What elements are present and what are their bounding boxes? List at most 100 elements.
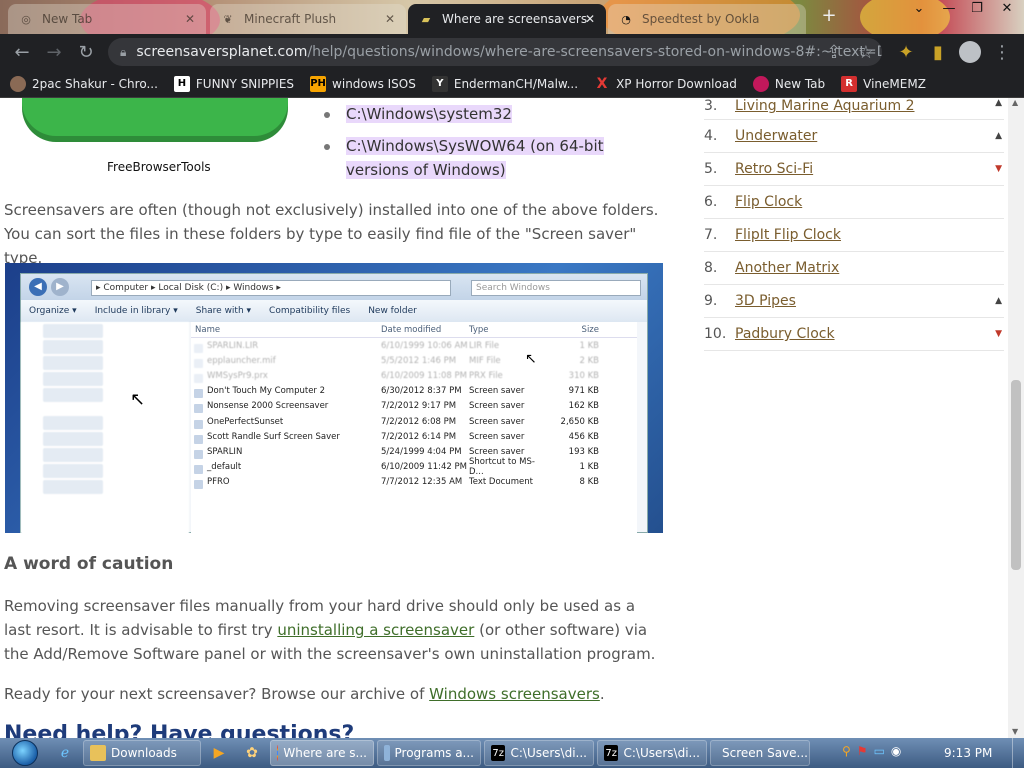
file-type: Shortcut to MS-D... xyxy=(469,457,535,478)
7zip-icon: 7z xyxy=(604,745,619,761)
bookmark-xp-horror[interactable]: X XP Horror Download xyxy=(594,76,737,92)
sidebar-item: 3. Living Marine Aquarium 2 ▲ xyxy=(704,98,1004,120)
file-size: 456 KB xyxy=(568,431,599,442)
close-window-button[interactable]: ✕ xyxy=(992,0,1022,20)
forward-arrow-icon[interactable]: → xyxy=(38,36,70,68)
file-size: 193 KB xyxy=(568,446,599,457)
search-icon[interactable]: ⚲ xyxy=(842,744,851,758)
taskbar-item-downloads[interactable]: Downloads xyxy=(83,740,201,766)
cmd-include: Include in library ▾ xyxy=(94,306,178,316)
bookmark-label: XP Horror Download xyxy=(616,76,737,91)
taskbar-item-7zip-1[interactable]: 7z C:\Users\di... xyxy=(484,740,594,766)
monitor-icon[interactable]: ▭ xyxy=(874,744,885,758)
screensaver-link[interactable]: Living Marine Aquarium 2 xyxy=(735,98,915,114)
screensaver-link[interactable]: Padbury Clock xyxy=(735,326,835,342)
download-button[interactable] xyxy=(22,98,288,136)
file-date: 5/5/2012 1:46 PM xyxy=(381,355,457,366)
new-tab-button[interactable]: + xyxy=(818,6,840,28)
rank-number: 10. xyxy=(704,326,727,342)
windows-taskbar: ℯ Downloads ▶ ✿ Where are s... Programs … xyxy=(0,738,1024,768)
back-arrow-icon: ◀ xyxy=(29,278,47,296)
screensaver-link[interactable]: Underwater xyxy=(735,128,817,144)
browser-toolbar: ← → ↻ 🔒︎ screensaversplanet.com/help/que… xyxy=(0,34,1024,70)
file-type: Text Document xyxy=(469,477,533,488)
page-scrollbar[interactable]: ▲ ▼ xyxy=(1008,98,1024,738)
flag-icon[interactable]: ⚑ xyxy=(857,744,868,758)
menu-kebab-icon[interactable]: ⋮ xyxy=(986,36,1018,68)
taskbar-item-screensaver[interactable]: Screen Save... xyxy=(710,740,810,766)
rank-number: 9. xyxy=(704,293,718,309)
trend-up-icon: ▲ xyxy=(995,131,1002,141)
control-panel-icon xyxy=(384,745,390,761)
paragraph-caution: Removing screensaver files manually from… xyxy=(4,594,664,666)
taskbar-item-programs[interactable]: Programs a... xyxy=(377,740,481,766)
bookmark-windows-isos[interactable]: PH windows ISOS xyxy=(310,75,416,92)
windows-orb-icon xyxy=(12,740,38,766)
trend-down-icon: ▼ xyxy=(995,329,1002,339)
internet-explorer-icon[interactable]: ℯ xyxy=(50,740,80,766)
list-item: C:\Windows\SysWOW64 (on 64-bit versions … xyxy=(324,134,669,182)
file-size: 1 KB xyxy=(579,340,599,351)
folder-list: C:\Windows\system32 C:\Windows\SysWOW64 … xyxy=(324,102,669,190)
side-panel-icon[interactable]: ▮ xyxy=(922,36,954,68)
tab-label: Minecraft Plush xyxy=(244,12,337,26)
reload-icon[interactable]: ↻ xyxy=(70,36,102,68)
taskbar-item-7zip-2[interactable]: 7z C:\Users\di... xyxy=(597,740,707,766)
close-icon[interactable]: ✕ xyxy=(582,11,598,27)
taskbar-label: C:\Users\di... xyxy=(623,746,700,760)
taskbar-label: Screen Save... xyxy=(722,746,808,760)
close-icon[interactable]: ✕ xyxy=(182,11,198,27)
file-name: _default xyxy=(191,462,381,475)
scroll-down-icon[interactable]: ▼ xyxy=(1012,727,1018,736)
tab-speedtest[interactable]: ◔ Speedtest by Ookla xyxy=(608,4,806,34)
file-row: SPARLIN.LIR 6/10/1999 10:06 AM LIR File 1 K… xyxy=(191,338,637,353)
trend-up-icon: ▲ xyxy=(995,98,1002,108)
scrollbar-thumb[interactable] xyxy=(1011,380,1021,570)
bookmark-funny-snippies[interactable]: H FUNNY SNIPPIES xyxy=(173,75,295,92)
file-name: Don't Touch My Computer 2 xyxy=(191,386,381,399)
bookmark-endermanch[interactable]: Y EndermanCH/Malw... xyxy=(431,75,578,92)
tab-new-tab[interactable]: ◎ New Tab ✕ xyxy=(8,4,206,34)
profile-avatar-icon[interactable] xyxy=(954,36,986,68)
bookmark-star-icon[interactable]: ☆ xyxy=(850,36,882,68)
back-arrow-icon[interactable]: ← xyxy=(6,36,38,68)
show-desktop-button[interactable] xyxy=(1012,738,1024,768)
explorer-search: Search Windows xyxy=(471,280,641,296)
start-button[interactable] xyxy=(0,738,50,768)
volume-icon[interactable]: ◉ xyxy=(891,744,901,758)
scroll-up-icon[interactable]: ▲ xyxy=(1012,98,1018,107)
bookmark-new-tab[interactable]: New Tab xyxy=(752,75,825,92)
screensaver-link[interactable]: 3D Pipes xyxy=(735,293,796,309)
link-windows-screensavers[interactable]: Windows screensavers xyxy=(429,685,600,703)
folder-icon xyxy=(90,745,106,761)
link-uninstalling[interactable]: uninstalling a screensaver xyxy=(277,621,474,639)
tab-minecraft[interactable]: ❦ Minecraft Plush ✕ xyxy=(210,4,406,34)
screensaver-link[interactable]: Flip Clock xyxy=(735,194,802,210)
taskbar-clock[interactable]: 9:13 PM xyxy=(944,746,992,760)
minimize-button[interactable]: — xyxy=(934,0,964,20)
screensaver-link[interactable]: FlipIt Flip Clock xyxy=(735,227,841,243)
taskbar-item-chrome[interactable]: Where are s... xyxy=(270,740,374,766)
paint-icon[interactable]: ✿ xyxy=(237,740,267,766)
heading-need-help: Need help? Have questions? xyxy=(4,722,355,738)
extensions-puzzle-icon[interactable]: ✦ xyxy=(890,36,922,68)
bookmark-vinememz[interactable]: R VineMEMZ xyxy=(841,75,926,92)
cmd-share: Share with ▾ xyxy=(195,306,252,316)
file-size: 162 KB xyxy=(568,401,599,412)
share-icon[interactable]: ⇪ xyxy=(818,36,850,68)
media-player-icon[interactable]: ▶ xyxy=(204,740,234,766)
screensaver-link[interactable]: Retro Sci-Fi xyxy=(735,161,813,177)
close-icon[interactable]: ✕ xyxy=(382,11,398,27)
tab-screensavers[interactable]: ▰ Where are screensavers ✕ xyxy=(408,4,606,34)
file-date: 5/24/1999 4:04 PM xyxy=(381,446,462,457)
tab-search-icon[interactable]: ⌄ xyxy=(904,0,934,20)
bookmark-label: FUNNY SNIPPIES xyxy=(195,76,295,91)
address-bar[interactable]: 🔒︎ screensaversplanet.com/help/questions… xyxy=(108,38,882,66)
explorer-titlebar: ◀ ▶ ▸ Computer ▸ Local Disk (C:) ▸ Windo… xyxy=(21,274,647,300)
mouse-cursor-icon: ↖ xyxy=(525,351,537,367)
sidebar-item: 4. Underwater ▲ xyxy=(704,120,1004,153)
bookmark-2pac[interactable]: 2pac Shakur - Chro... xyxy=(10,75,158,92)
explorer-address: ▸ Computer ▸ Local Disk (C:) ▸ Windows ▸ xyxy=(91,280,451,296)
screensaver-link[interactable]: Another Matrix xyxy=(735,260,839,276)
restore-button[interactable]: ❐ xyxy=(962,0,992,20)
